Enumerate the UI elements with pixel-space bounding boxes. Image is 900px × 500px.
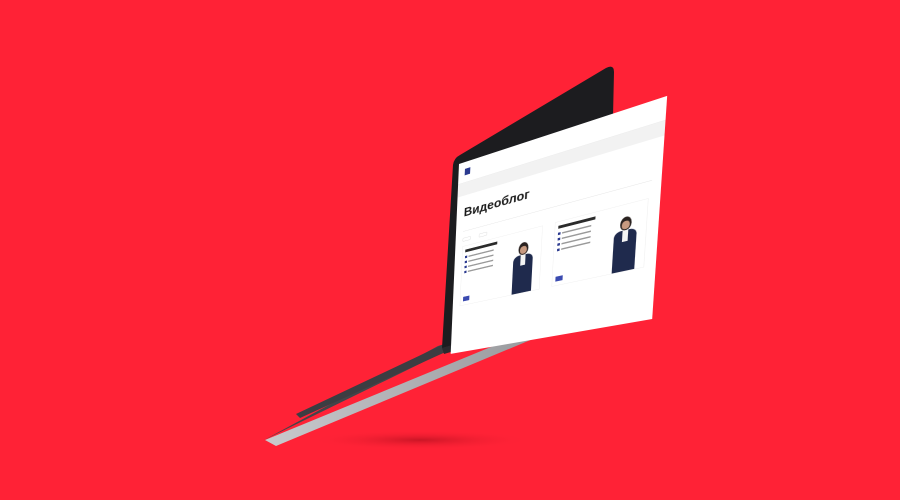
laptop-shadow xyxy=(310,430,530,450)
bank-logo-icon xyxy=(464,167,471,176)
filter-select[interactable] xyxy=(478,231,488,238)
bullet-icon xyxy=(464,255,468,259)
logo[interactable] xyxy=(464,163,481,176)
bullet-icon xyxy=(464,270,467,274)
presenter-image xyxy=(611,211,640,274)
brand-badge-icon xyxy=(462,295,470,302)
bullet-icon xyxy=(557,242,560,247)
bullet-icon xyxy=(464,265,467,269)
filter-select[interactable] xyxy=(462,236,471,242)
laptop-screen: Видеоблог xyxy=(450,95,668,354)
bullet-icon xyxy=(557,237,561,241)
thumbnail-bullets xyxy=(556,223,595,254)
brand-badge-icon xyxy=(555,275,563,282)
main-nav xyxy=(487,158,510,165)
laptop-illustration xyxy=(264,66,614,450)
bullet-icon xyxy=(557,232,561,236)
laptop-mockup-scene: Видеоблог xyxy=(0,0,900,500)
bullet-icon xyxy=(464,260,468,264)
thumbnail-bullets xyxy=(464,248,497,276)
header-links xyxy=(651,111,658,113)
presenter-image xyxy=(511,238,535,295)
bullet-icon xyxy=(556,248,560,252)
